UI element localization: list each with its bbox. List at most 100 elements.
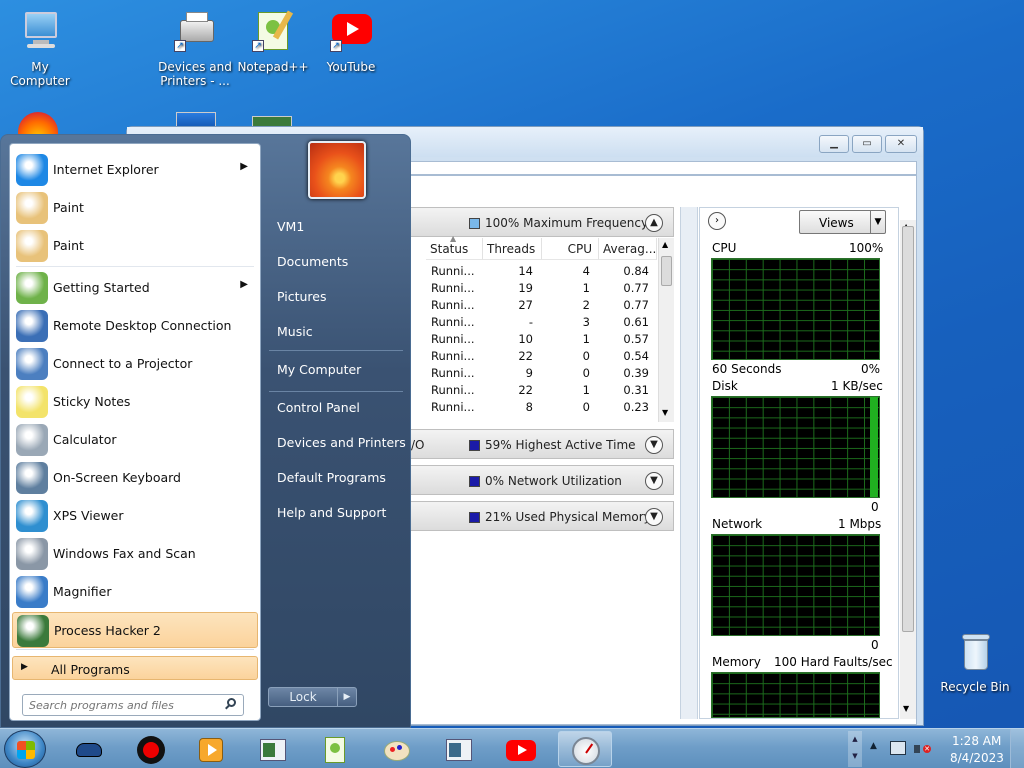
table-scrollbar[interactable]: ▲ ▼ [658,238,674,422]
scroll-down-icon[interactable]: ▼ [903,704,909,713]
start-item-calculator[interactable]: Calculator [12,422,258,458]
network-section-header[interactable]: 0% Network Utilization ▼ [410,465,674,495]
notepadpp-icon: ↗ [250,10,296,56]
start-item-windows-fax-and-scan[interactable]: Windows Fax and Scan [12,536,258,572]
volume-muted-icon[interactable]: ✕ [914,741,932,757]
cell-avg: 0.77 [623,281,649,295]
cpu-color-square [469,218,480,229]
column-header-cpu[interactable]: CPU [542,238,599,260]
paint-icon [16,230,48,262]
start-right-item-music[interactable]: Music [269,315,403,345]
start-item-label: Sticky Notes [53,394,131,409]
taskbar-item-media-player[interactable] [184,731,238,767]
memory-graph-label: Memory [712,655,761,669]
expand-arrow-icon[interactable]: › [708,212,726,230]
column-header-status[interactable]: Status ▲ [426,234,483,260]
media-player-icon [196,735,226,765]
all-programs-button[interactable]: ▶ All Programs [12,656,258,680]
lock-button[interactable]: Lock [268,687,338,707]
desktop-icon-notepadpp[interactable]: ↗ Notepad++ [233,10,313,74]
clock-time[interactable]: 1:28 AM [952,734,1001,748]
start-right-item-default-programs[interactable]: Default Programs [269,461,403,491]
start-right-item-documents[interactable]: Documents [269,245,403,275]
desktop-icon-label: Recycle Bin [940,680,1010,694]
cell-cpu: 3 [582,315,590,329]
cell-threads: 22 [518,349,533,363]
taskbar-item-window-2[interactable] [432,731,486,767]
taskbar-item-notepadpp[interactable] [308,731,362,767]
start-right-item-devices-and-printers[interactable]: Devices and Printers [269,426,406,456]
shutdown-options-arrow[interactable]: ▶ [337,687,357,707]
taskbar-item-recorder[interactable] [124,731,178,767]
chevron-down-icon[interactable]: ▼ [645,508,663,526]
start-item-sticky-notes[interactable]: Sticky Notes [12,384,258,420]
taskbar-item-resource-monitor[interactable] [558,731,612,767]
start-item-paint[interactable]: Paint [12,190,258,226]
paint-icon [16,192,48,224]
chevron-down-icon[interactable]: ▼ [645,472,663,490]
memory-section-header[interactable]: 21% Used Physical Memory ▼ [410,501,674,531]
start-item-connect-to-a-projector[interactable]: Connect to a Projector [12,346,258,382]
search-icon[interactable] [225,698,237,710]
scroll-down-icon[interactable]: ▼ [662,408,668,417]
start-button[interactable] [4,730,46,768]
chevron-down-icon[interactable]: ▼ [645,436,663,454]
disk-section-header[interactable]: /O 59% Highest Active Time ▼ [410,429,674,459]
magnifier-icon [16,576,48,608]
submenu-arrow-icon: ▶ [240,161,248,172]
desktop-icon-recycle-bin[interactable]: Recycle Bin [935,630,1015,694]
show-hidden-icons-icon[interactable]: ▲ [870,741,877,751]
start-right-item-my-computer[interactable]: My Computer [269,353,403,383]
start-item-paint[interactable]: Paint [12,228,258,264]
clock-date[interactable]: 8/4/2023 [950,751,1004,765]
minimize-button[interactable]: ▁ [819,135,849,153]
cpu-graph-max: 100% [849,241,884,255]
start-right-item-help-and-support[interactable]: Help and Support [269,496,403,526]
cpu-section-header[interactable]: 100% Maximum Frequency ▲ [410,207,674,237]
start-right-item-control-panel[interactable]: Control Panel [269,391,403,421]
search-box[interactable] [22,694,244,716]
column-header-threads[interactable]: Threads [483,238,542,260]
arrow-right-icon: ▶ [21,662,28,672]
taskbar-item-youtube[interactable] [494,731,548,767]
start-right-item-vm1[interactable]: VM1 [269,210,403,240]
scrollbar-thumb[interactable] [661,256,672,286]
start-item-label: Process Hacker 2 [54,623,161,638]
start-item-remote-desktop-connection[interactable]: Remote Desktop Connection [12,308,258,344]
taskbar-item-game[interactable] [62,731,116,767]
start-item-on-screen-keyboard[interactable]: On-Screen Keyboard [12,460,258,496]
search-input[interactable] [29,697,219,713]
network-tray-icon[interactable] [890,741,906,755]
start-item-getting-started[interactable]: Getting Started ▶ [12,270,258,306]
desktop-icon-label: YouTube [326,60,376,74]
start-item-magnifier[interactable]: Magnifier [12,574,258,610]
views-button[interactable]: Views ▼ [799,210,886,234]
desktop-icon-youtube[interactable]: ↗ YouTube [311,10,391,74]
maximize-button[interactable]: ▭ [852,135,882,153]
desktop-icon-devices-printers[interactable]: ↗ Devices and Printers - ... [155,10,235,88]
start-item-internet-explorer[interactable]: Internet Explorer ▶ [12,152,258,188]
cell-cpu: 0 [582,400,590,414]
column-header-average[interactable]: Averag... [599,238,657,260]
start-item-process-hacker-2[interactable]: Process Hacker 2 [12,612,258,648]
desktop-icon-my-computer[interactable]: My Computer [0,10,80,88]
scrollbar-thumb[interactable] [902,226,914,632]
close-button[interactable]: ✕ [885,135,917,153]
graph-panel-scrollbar[interactable]: ▲ ▼ [900,220,916,719]
network-graph-min: 0 [871,638,879,652]
start-right-item-pictures[interactable]: Pictures [269,280,403,310]
taskbar-scroll[interactable]: ▲ ▼ [848,731,862,767]
sort-arrow-icon: ▲ [450,234,457,243]
desktop-icon-label: My Computer [10,60,70,88]
start-item-label: Paint [53,200,84,215]
printer-icon: ↗ [172,10,218,56]
taskbar-item-paint[interactable] [370,731,424,767]
show-desktop-button[interactable] [1010,729,1024,768]
disk-graph-max: 1 KB/sec [831,379,883,393]
user-picture[interactable] [308,141,366,199]
chevron-up-icon[interactable]: ▲ [645,214,663,232]
scroll-up-icon[interactable]: ▲ [662,240,668,249]
taskbar-item-window[interactable] [246,731,300,767]
start-item-xps-viewer[interactable]: XPS Viewer [12,498,258,534]
desktop-icon-label: Devices and Printers - ... [158,60,232,88]
